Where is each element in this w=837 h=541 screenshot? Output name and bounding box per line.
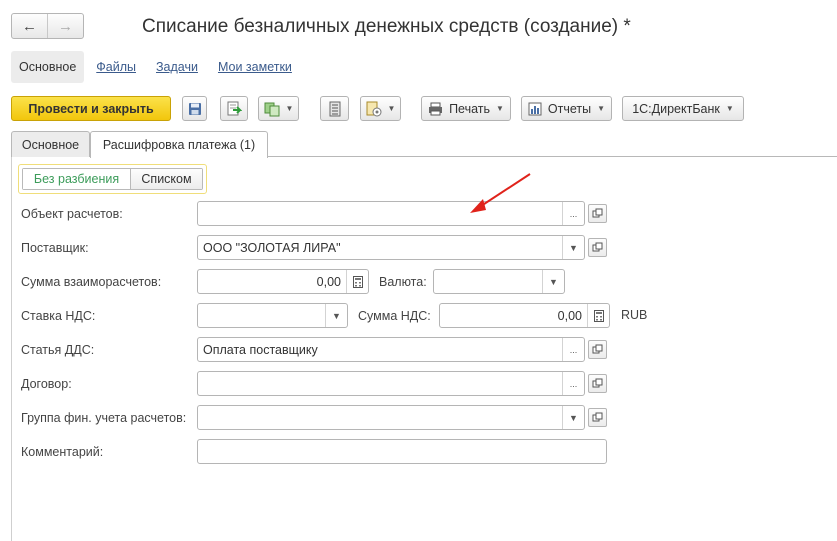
- vat-rate-field[interactable]: ▼: [197, 303, 348, 328]
- settlement-amount-value[interactable]: 0,00: [198, 270, 346, 293]
- comment-label: Комментарий:: [21, 445, 104, 459]
- open-settlement-object-button[interactable]: [588, 204, 607, 223]
- chevron-down-icon: ▼: [597, 104, 606, 113]
- reports-button[interactable]: Отчеты ▼: [521, 96, 612, 121]
- comment-field[interactable]: [197, 439, 607, 464]
- currency-value[interactable]: [434, 270, 542, 293]
- directbank-label: 1С:ДиректБанк: [632, 101, 720, 116]
- back-button[interactable]: ←: [12, 14, 47, 38]
- currency-dropdown-button[interactable]: ▼: [542, 270, 564, 293]
- save-icon: [188, 102, 201, 115]
- arrow-right-icon: →: [58, 17, 73, 35]
- calculator-button[interactable]: [346, 270, 368, 293]
- chevron-down-icon: ▼: [285, 104, 294, 113]
- open-icon: [592, 378, 603, 388]
- vat-rate-dropdown-button[interactable]: ▼: [325, 304, 347, 327]
- select-button[interactable]: ...: [562, 202, 584, 225]
- open-cashflow-item-button[interactable]: [588, 340, 607, 359]
- chevron-down-icon: ▼: [549, 276, 558, 287]
- panel-left-border: [11, 157, 12, 541]
- post-button[interactable]: [220, 96, 248, 121]
- supplier-value[interactable]: ООО "ЗОЛОТАЯ ЛИРА": [198, 236, 562, 259]
- arrow-left-icon: ←: [22, 17, 37, 35]
- open-icon: [592, 208, 603, 218]
- vat-amount-label: Сумма НДС:: [358, 309, 431, 323]
- post-icon: [227, 101, 242, 115]
- contract-label: Договор:: [21, 377, 72, 391]
- currency-label: Валюта:: [379, 275, 427, 289]
- currency-field[interactable]: ▼: [433, 269, 565, 294]
- reports-label: Отчеты: [547, 101, 592, 116]
- open-accounting-group-button[interactable]: [588, 408, 607, 427]
- vat-currency-code: RUB: [621, 308, 648, 322]
- comment-value[interactable]: [198, 440, 606, 463]
- directbank-button[interactable]: 1С:ДиректБанк ▼: [622, 96, 744, 121]
- supplier-dropdown-button[interactable]: ▼: [562, 236, 584, 259]
- accounting-group-dropdown-button[interactable]: ▼: [562, 406, 584, 429]
- create-based-on-button[interactable]: ▼: [258, 96, 299, 121]
- open-supplier-button[interactable]: [588, 238, 607, 257]
- nav-link-tasks[interactable]: Задачи: [156, 60, 198, 74]
- open-contract-button[interactable]: [588, 374, 607, 393]
- document-settings-icon: [366, 101, 382, 116]
- ellipsis-icon: ...: [569, 208, 578, 219]
- accounting-group-value[interactable]: [198, 406, 562, 429]
- save-button[interactable]: [182, 96, 207, 121]
- cashflow-item-label: Статья ДДС:: [21, 343, 95, 357]
- journal-icon: [329, 101, 340, 116]
- forward-button[interactable]: →: [47, 14, 83, 38]
- cashflow-item-field[interactable]: Оплата поставщику ...: [197, 337, 585, 362]
- settlement-amount-field[interactable]: 0,00: [197, 269, 369, 294]
- chevron-down-icon: ▼: [569, 242, 578, 253]
- annotation-arrow-icon: [470, 173, 531, 213]
- chevron-down-icon: ▼: [496, 104, 504, 113]
- open-icon: [592, 344, 603, 354]
- form-navigation-panel: Основное Файлы Задачи Мои заметки: [11, 50, 312, 84]
- chevron-down-icon: ▼: [569, 412, 578, 423]
- print-button[interactable]: Печать ▼: [421, 96, 511, 121]
- create-based-on-icon: [264, 102, 280, 116]
- nav-link-files[interactable]: Файлы: [96, 60, 136, 74]
- reports-icon: [528, 102, 542, 115]
- open-icon: [592, 242, 603, 252]
- select-button[interactable]: ...: [562, 338, 584, 361]
- switch-option-list[interactable]: Списком: [131, 169, 202, 189]
- print-label: Печать: [449, 101, 491, 116]
- switch-option-no-split[interactable]: Без разбиения: [23, 169, 131, 189]
- vat-rate-label: Ставка НДС:: [21, 309, 96, 323]
- chevron-down-icon: ▼: [725, 104, 734, 113]
- calculator-button[interactable]: [587, 304, 609, 327]
- vat-amount-value[interactable]: 0,00: [440, 304, 587, 327]
- contract-value[interactable]: [198, 372, 562, 395]
- open-icon: [592, 412, 603, 422]
- settlement-object-label: Объект расчетов:: [21, 207, 123, 221]
- cashflow-item-value[interactable]: Оплата поставщику: [198, 338, 562, 361]
- printer-icon: [429, 102, 443, 115]
- window-title: Списание безналичных денежных средств (с…: [142, 16, 631, 37]
- vat-amount-field[interactable]: 0,00: [439, 303, 610, 328]
- vat-rate-value[interactable]: [198, 304, 325, 327]
- chevron-down-icon: ▼: [387, 104, 396, 113]
- settlement-amount-label: Сумма взаиморасчетов:: [21, 275, 162, 289]
- navigation-buttons: ← →: [11, 13, 84, 39]
- split-mode-switch: Без разбиения Списком: [18, 164, 207, 194]
- journal-button[interactable]: [320, 96, 349, 121]
- chevron-down-icon: ▼: [332, 310, 341, 321]
- accounting-group-field[interactable]: ▼: [197, 405, 585, 430]
- ellipsis-icon: ...: [569, 378, 578, 389]
- ellipsis-icon: ...: [569, 344, 578, 355]
- supplier-field[interactable]: ООО "ЗОЛОТАЯ ЛИРА" ▼: [197, 235, 585, 260]
- calculator-icon: [352, 275, 363, 288]
- nav-link-main[interactable]: Основное: [11, 51, 85, 83]
- select-button[interactable]: ...: [562, 372, 584, 395]
- tab-main[interactable]: Основное: [11, 131, 90, 157]
- nav-link-notes[interactable]: Мои заметки: [218, 60, 292, 74]
- contract-field[interactable]: ...: [197, 371, 585, 396]
- supplier-label: Поставщик:: [21, 241, 89, 255]
- document-settings-button[interactable]: ▼: [360, 96, 401, 121]
- tab-payment-breakdown[interactable]: Расшифровка платежа (1): [90, 131, 268, 158]
- calculator-icon: [593, 309, 604, 322]
- post-and-close-button[interactable]: Провести и закрыть: [11, 96, 171, 121]
- accounting-group-label: Группа фин. учета расчетов:: [21, 411, 187, 425]
